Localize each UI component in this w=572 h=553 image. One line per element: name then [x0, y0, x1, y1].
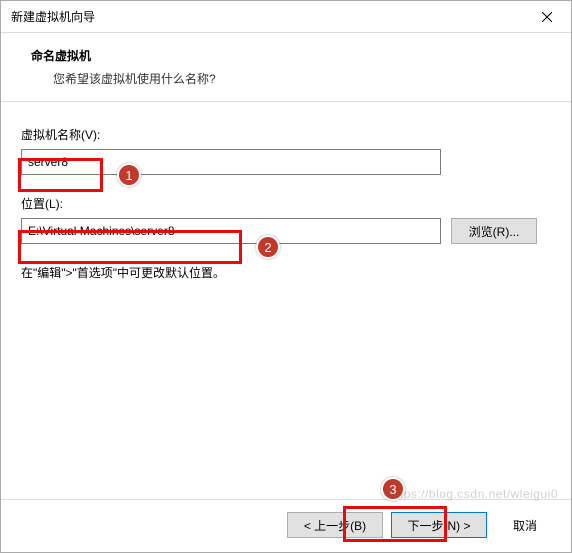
wizard-body: 虚拟机名称(V): 位置(L): 浏览(R)... 在"编辑">"首选项"中可更…: [1, 102, 571, 499]
wizard-header: 命名虚拟机 您希望该虚拟机使用什么名称?: [1, 33, 571, 102]
wizard-dialog: 新建虚拟机向导 命名虚拟机 您希望该虚拟机使用什么名称? 虚拟机名称(V): 位…: [0, 0, 572, 553]
vm-name-row: [21, 149, 551, 175]
window-title: 新建虚拟机向导: [11, 8, 527, 25]
location-label: 位置(L):: [21, 195, 551, 212]
default-location-hint: 在"编辑">"首选项"中可更改默认位置。: [21, 264, 551, 281]
location-row: 浏览(R)...: [21, 218, 551, 244]
close-icon: [542, 12, 552, 22]
vm-name-input[interactable]: [21, 149, 441, 175]
back-button[interactable]: < 上一步(B): [287, 512, 383, 538]
close-button[interactable]: [527, 3, 567, 31]
vm-name-label: 虚拟机名称(V):: [21, 126, 551, 143]
wizard-heading: 命名虚拟机: [31, 47, 555, 64]
vm-name-group: 虚拟机名称(V):: [21, 126, 551, 175]
wizard-subheading: 您希望该虚拟机使用什么名称?: [31, 70, 555, 87]
titlebar: 新建虚拟机向导: [1, 1, 571, 33]
cancel-button[interactable]: 取消: [495, 512, 555, 538]
wizard-footer: < 上一步(B) 下一步(N) > 取消: [1, 499, 571, 552]
location-group: 位置(L): 浏览(R)...: [21, 195, 551, 244]
next-button[interactable]: 下一步(N) >: [391, 512, 487, 538]
browse-button[interactable]: 浏览(R)...: [451, 218, 537, 244]
location-input[interactable]: [21, 218, 441, 244]
